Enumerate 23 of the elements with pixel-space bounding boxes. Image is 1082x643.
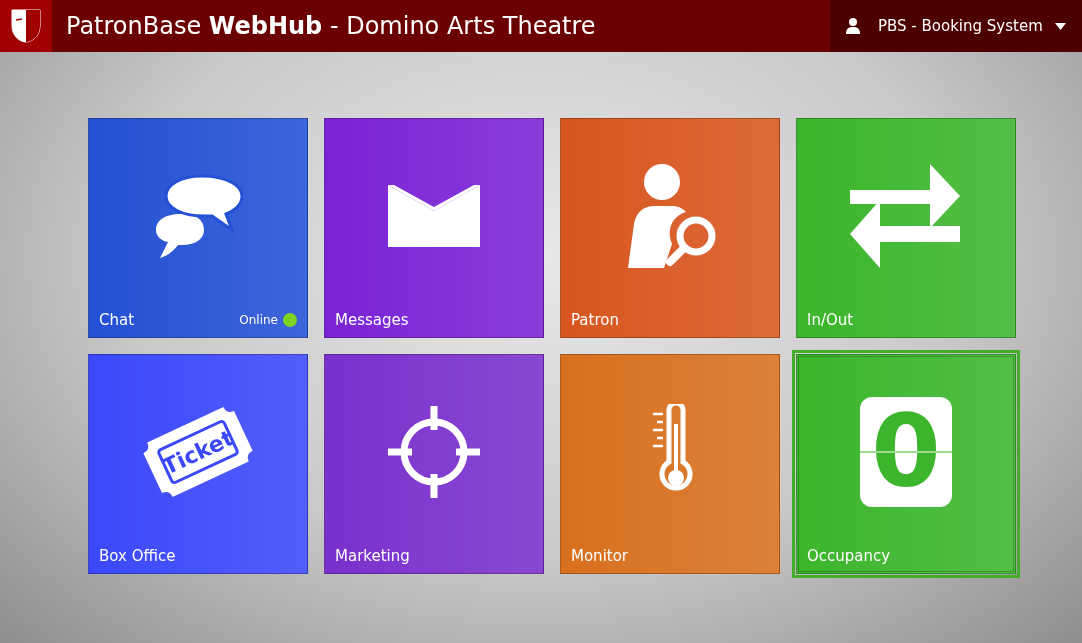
app-tile[interactable]: Chat Online xyxy=(88,118,308,338)
envelope-icon xyxy=(388,185,480,247)
tile-label: In/Out xyxy=(807,311,854,329)
app-tile[interactable]: Messages xyxy=(324,118,544,338)
app-tile[interactable]: Marketing xyxy=(324,354,544,574)
status-text: Online xyxy=(239,313,278,327)
user-menu[interactable]: PBS - Booking System xyxy=(830,0,1082,52)
tile-label: Patron xyxy=(571,311,619,329)
crosshair-icon xyxy=(388,406,480,498)
tile-label: Chat xyxy=(99,311,135,329)
counter-display: 0 xyxy=(860,397,952,507)
tile-label: Monitor xyxy=(571,547,629,565)
app-tile[interactable]: Monitor xyxy=(560,354,780,574)
tile-label: Marketing xyxy=(335,547,410,565)
tile-label: Box Office xyxy=(99,547,176,565)
app-tile[interactable]: Patron xyxy=(560,118,780,338)
two-way-arrows-icon xyxy=(850,164,962,268)
tile-label: Messages xyxy=(335,311,409,329)
user-icon xyxy=(846,18,860,34)
logo-icon xyxy=(0,0,52,52)
caret-icon xyxy=(1055,22,1066,30)
app-title: PatronBase WebHub - Domino Arts Theatre xyxy=(66,12,597,40)
tile-label: Occupancy xyxy=(807,547,891,565)
